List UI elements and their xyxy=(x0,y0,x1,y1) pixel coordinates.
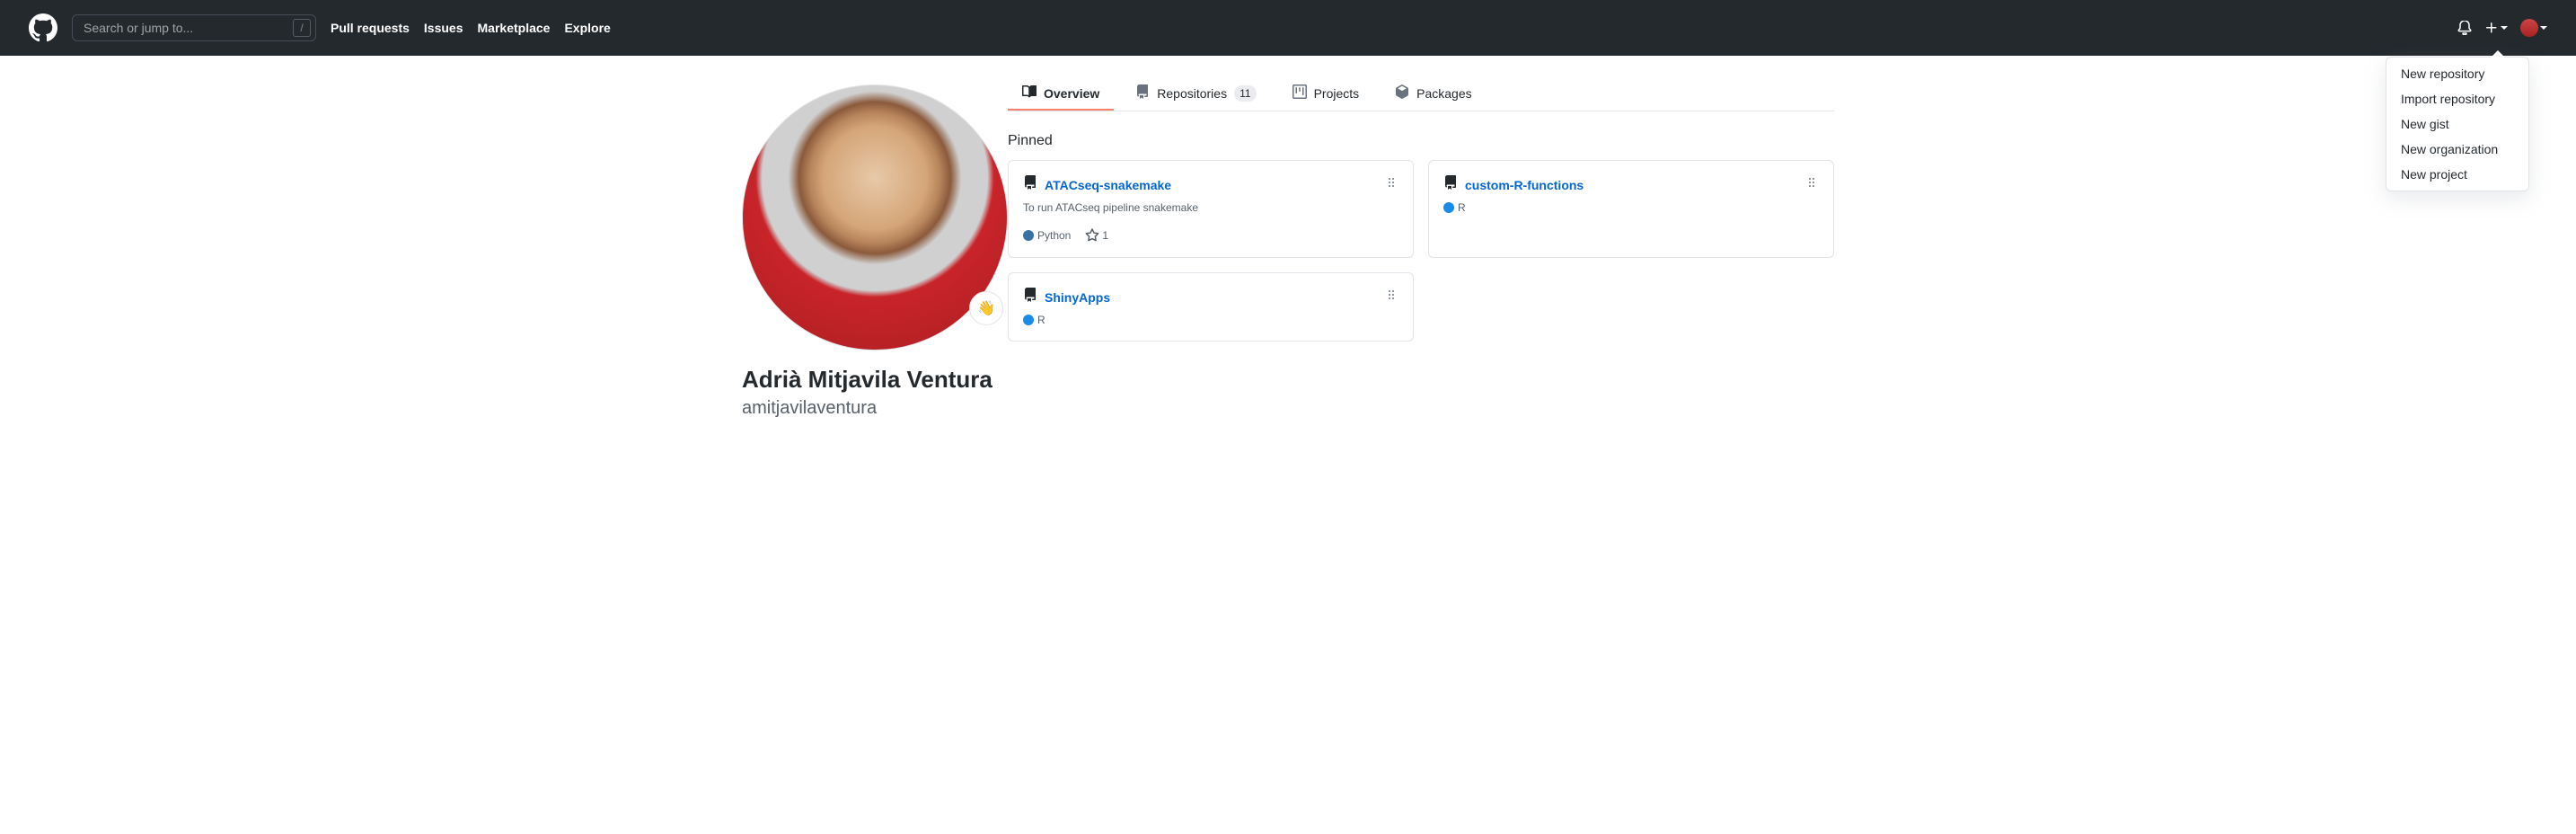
search-slash-hint: / xyxy=(293,19,311,37)
create-new-dropdown[interactable] xyxy=(2484,21,2508,35)
grab-handle-icon[interactable] xyxy=(1384,288,1398,306)
tab-label: Overview xyxy=(1044,86,1099,101)
repo-meta: R xyxy=(1443,201,1819,214)
notifications-icon[interactable] xyxy=(2457,21,2472,35)
repo-link[interactable]: custom-R-functions xyxy=(1465,178,1584,192)
nav-pull-requests[interactable]: Pull requests xyxy=(331,21,410,35)
book-icon xyxy=(1022,84,1037,102)
search-box: / xyxy=(72,14,316,41)
menu-new-gist[interactable]: New gist xyxy=(2386,111,2528,137)
profile-tabs: Overview Repositories 11 Projects Packag… xyxy=(1008,56,1834,111)
profile-username: amitjavilaventura xyxy=(742,395,1008,421)
header-actions: New repository Import repository New gis… xyxy=(2457,19,2547,37)
profile-full-name: Adrià Mitjavila Ventura xyxy=(742,365,1008,395)
tab-projects[interactable]: Projects xyxy=(1278,77,1374,111)
repo-meta: R xyxy=(1023,314,1398,326)
avatar-container: 👋 xyxy=(742,84,1008,350)
caret-down-icon xyxy=(2501,26,2508,30)
menu-import-repository[interactable]: Import repository xyxy=(2386,86,2528,111)
caret-down-icon xyxy=(2540,26,2547,30)
nav-explore[interactable]: Explore xyxy=(564,21,610,35)
tab-packages[interactable]: Packages xyxy=(1381,77,1486,111)
status-badge[interactable]: 👋 xyxy=(969,291,1003,325)
profile-sidebar: 👋 Adrià Mitjavila Ventura amitjavilavent… xyxy=(742,56,1008,421)
profile-avatar[interactable] xyxy=(742,84,1008,350)
lang-color-dot xyxy=(1023,315,1034,325)
profile-content: Overview Repositories 11 Projects Packag… xyxy=(1008,56,1834,421)
tab-label: Packages xyxy=(1416,86,1471,101)
repo-description: To run ATACseq pipeline snakemake xyxy=(1023,201,1398,214)
repo-meta: Python 1 xyxy=(1023,228,1398,243)
global-header: / Pull requests Issues Marketplace Explo… xyxy=(0,0,2576,56)
pinned-grid: ATACseq-snakemake To run ATACseq pipelin… xyxy=(1008,160,1834,342)
pinned-section: Pinned ATACseq-snakemake To run ATACseq … xyxy=(1008,111,1834,342)
user-menu[interactable] xyxy=(2520,19,2547,37)
pinned-repo-card: custom-R-functions R xyxy=(1428,160,1834,258)
avatar-icon xyxy=(2520,19,2538,37)
create-new-menu: New repository Import repository New gis… xyxy=(2386,57,2529,191)
pinned-repo-card: ShinyApps R xyxy=(1008,272,1414,342)
repo-icon xyxy=(1443,175,1458,194)
repo-icon xyxy=(1023,175,1037,194)
nav-issues[interactable]: Issues xyxy=(424,21,463,35)
tab-label: Repositories xyxy=(1157,86,1227,101)
grab-handle-icon[interactable] xyxy=(1384,175,1398,194)
tab-label: Projects xyxy=(1314,86,1360,101)
repo-icon xyxy=(1023,288,1037,306)
repo-link[interactable]: ShinyApps xyxy=(1045,290,1110,305)
pinned-heading: Pinned xyxy=(1008,133,1834,149)
repo-count-badge: 11 xyxy=(1234,85,1256,102)
repo-language: R xyxy=(1023,314,1045,326)
pinned-repo-card: ATACseq-snakemake To run ATACseq pipelin… xyxy=(1008,160,1414,258)
lang-color-dot xyxy=(1443,202,1454,213)
tab-overview[interactable]: Overview xyxy=(1008,77,1114,111)
menu-new-repository[interactable]: New repository xyxy=(2386,61,2528,86)
tab-repositories[interactable]: Repositories 11 xyxy=(1121,77,1270,111)
package-icon xyxy=(1395,84,1409,102)
menu-new-project[interactable]: New project xyxy=(2386,162,2528,187)
primary-nav: Pull requests Issues Marketplace Explore xyxy=(331,21,611,35)
nav-marketplace[interactable]: Marketplace xyxy=(478,21,551,35)
repo-language: R xyxy=(1443,201,1466,214)
repo-language: Python xyxy=(1023,229,1071,242)
main-content: 👋 Adrià Mitjavila Ventura amitjavilavent… xyxy=(713,56,1863,421)
github-logo[interactable] xyxy=(29,13,57,42)
grab-handle-icon[interactable] xyxy=(1804,175,1819,194)
lang-color-dot xyxy=(1023,230,1034,241)
repo-link[interactable]: ATACseq-snakemake xyxy=(1045,178,1171,192)
menu-new-organization[interactable]: New organization xyxy=(2386,137,2528,162)
project-icon xyxy=(1292,84,1307,102)
repo-icon xyxy=(1135,84,1150,102)
repo-stars[interactable]: 1 xyxy=(1085,228,1108,243)
search-input[interactable] xyxy=(72,14,316,41)
